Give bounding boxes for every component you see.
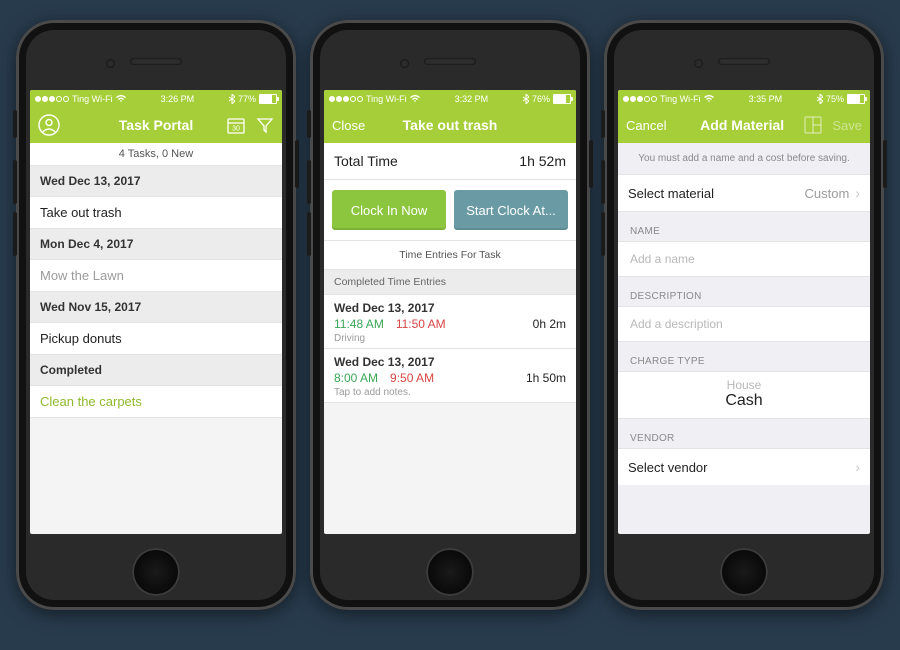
nav-title: Add Material <box>680 117 804 133</box>
home-button[interactable] <box>132 548 180 596</box>
entry-duration: 0h 2m <box>533 317 566 331</box>
task-row[interactable]: Mow the Lawn <box>30 260 282 292</box>
screen: Ting Wi-Fi 3:26 PM 77% Task Portal 30 <box>30 90 282 534</box>
task-row[interactable]: Clean the carpets <box>30 386 282 418</box>
camera-dot <box>694 59 703 68</box>
nav-title: Take out trash <box>386 117 514 133</box>
status-bar: Ting Wi-Fi 3:32 PM 76% <box>324 90 576 107</box>
select-material-row[interactable]: Select material Custom › <box>618 174 870 212</box>
signal-icon <box>35 96 69 102</box>
phone-frame: Ting Wi-Fi 3:32 PM 76% Close Take out tr… <box>310 20 590 610</box>
vendor-label: VENDOR <box>618 419 870 448</box>
battery-icon <box>553 94 571 104</box>
start-clock-at-button[interactable]: Start Clock At... <box>454 190 568 230</box>
bluetooth-icon <box>523 94 529 104</box>
wifi-icon <box>410 95 420 103</box>
select-vendor-label: Select vendor <box>628 460 708 475</box>
hint-text: You must add a name and a cost before sa… <box>618 143 870 174</box>
battery-percent: 77% <box>238 94 256 104</box>
clock-in-button[interactable]: Clock In Now <box>332 190 446 230</box>
total-time-value: 1h 52m <box>519 153 566 169</box>
carrier-label: Ting Wi-Fi <box>366 94 407 104</box>
charge-type-label: CHARGE TYPE <box>618 342 870 371</box>
svg-text:30: 30 <box>232 126 240 133</box>
speaker-slot <box>424 58 476 65</box>
completed-entries-header: Completed Time Entries <box>324 270 576 295</box>
status-bar: Ting Wi-Fi 3:26 PM 77% <box>30 90 282 107</box>
date-section-header: Wed Nov 15, 2017 <box>30 292 282 323</box>
filter-icon[interactable] <box>256 116 274 134</box>
entry-note: Driving <box>334 333 566 344</box>
entry-date: Wed Dec 13, 2017 <box>334 301 566 315</box>
total-time-label: Total Time <box>334 153 398 169</box>
nav-bar: Cancel Add Material Save <box>618 107 870 143</box>
battery-percent: 76% <box>532 94 550 104</box>
select-material-value: Custom <box>805 186 850 201</box>
nav-title: Task Portal <box>92 117 220 133</box>
close-button[interactable]: Close <box>332 118 365 133</box>
entry-duration: 1h 50m <box>526 371 566 385</box>
name-label: NAME <box>618 212 870 241</box>
time-entry-row[interactable]: Wed Dec 13, 2017 8:00 AM 9:50 AM 1h 50m Tap … <box>324 349 576 403</box>
select-material-label: Select material <box>628 186 714 201</box>
wifi-icon <box>116 95 126 103</box>
description-input[interactable]: Add a description <box>618 306 870 342</box>
signal-icon <box>623 96 657 102</box>
date-section-header: Completed <box>30 355 282 386</box>
date-section-header: Mon Dec 4, 2017 <box>30 229 282 260</box>
bluetooth-icon <box>229 94 235 104</box>
phone-frame: Ting Wi-Fi 3:26 PM 77% Task Portal 30 <box>16 20 296 610</box>
signal-icon <box>329 96 363 102</box>
date-section-header: Wed Dec 13, 2017 <box>30 166 282 197</box>
entry-clock-in: 8:00 AM <box>334 371 378 385</box>
screen: Ting Wi-Fi 3:35 PM 75% Cancel Add Materi… <box>618 90 870 534</box>
phone-frame: Ting Wi-Fi 3:35 PM 75% Cancel Add Materi… <box>604 20 884 610</box>
task-row[interactable]: Take out trash <box>30 197 282 229</box>
entry-clock-in: 11:48 AM <box>334 317 384 331</box>
name-input[interactable]: Add a name <box>618 241 870 277</box>
nav-bar: Task Portal 30 <box>30 107 282 143</box>
camera-dot <box>400 59 409 68</box>
camera-dot <box>106 59 115 68</box>
profile-icon[interactable] <box>38 114 60 136</box>
bluetooth-icon <box>817 94 823 104</box>
layout-icon[interactable] <box>804 116 822 134</box>
chevron-right-icon: › <box>855 185 860 201</box>
chevron-right-icon: › <box>855 459 860 475</box>
battery-icon <box>259 94 277 104</box>
task-count-bar: 4 Tasks, 0 New <box>30 143 282 166</box>
entry-date: Wed Dec 13, 2017 <box>334 355 566 369</box>
entry-note: Tap to add notes. <box>334 387 566 398</box>
status-time: 3:26 PM <box>126 94 229 104</box>
screen: Ting Wi-Fi 3:32 PM 76% Close Take out tr… <box>324 90 576 534</box>
status-time: 3:35 PM <box>714 94 817 104</box>
speaker-slot <box>130 58 182 65</box>
status-bar: Ting Wi-Fi 3:35 PM 75% <box>618 90 870 107</box>
cancel-button[interactable]: Cancel <box>626 118 666 133</box>
nav-bar: Close Take out trash <box>324 107 576 143</box>
calendar-icon[interactable]: 30 <box>226 115 246 135</box>
save-button[interactable]: Save <box>832 118 862 133</box>
entry-clock-out: 11:50 AM <box>396 317 446 331</box>
battery-percent: 75% <box>826 94 844 104</box>
speaker-slot <box>718 58 770 65</box>
home-button[interactable] <box>426 548 474 596</box>
entry-clock-out: 9:50 AM <box>390 371 434 385</box>
time-entries-header: Time Entries For Task <box>324 241 576 270</box>
status-time: 3:32 PM <box>420 94 523 104</box>
time-entry-row[interactable]: Wed Dec 13, 2017 11:48 AM 11:50 AM 0h 2m Dri… <box>324 295 576 349</box>
battery-icon <box>847 94 865 104</box>
charge-type-picker[interactable]: House Cash <box>618 371 870 419</box>
wifi-icon <box>704 95 714 103</box>
home-button[interactable] <box>720 548 768 596</box>
task-row[interactable]: Pickup donuts <box>30 323 282 355</box>
description-label: DESCRIPTION <box>618 277 870 306</box>
total-time-row: Total Time 1h 52m <box>324 143 576 180</box>
picker-option-above: House <box>727 379 762 391</box>
select-vendor-row[interactable]: Select vendor › <box>618 448 870 485</box>
carrier-label: Ting Wi-Fi <box>660 94 701 104</box>
carrier-label: Ting Wi-Fi <box>72 94 113 104</box>
picker-option-selected: Cash <box>725 391 762 410</box>
